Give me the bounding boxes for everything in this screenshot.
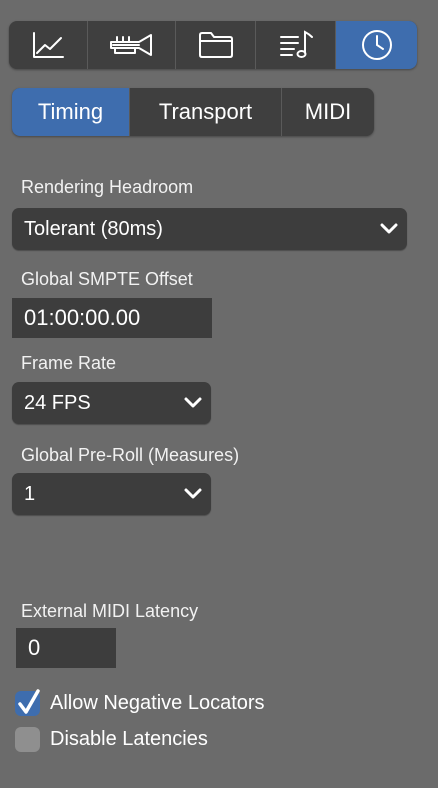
disable-latencies-checkbox[interactable]	[15, 726, 40, 752]
tab-transport[interactable]: Transport	[130, 88, 282, 136]
checkmark-icon	[18, 688, 40, 714]
smpte-offset-label: Global SMPTE Offset	[21, 269, 193, 289]
smpte-offset-field[interactable]: 01:00:00.00	[12, 298, 212, 338]
settings-tabs: Timing Transport MIDI	[12, 88, 374, 136]
chevron-down-icon	[379, 220, 399, 243]
disable-latencies-row[interactable]: Disable Latencies	[15, 725, 208, 753]
folder-icon	[198, 30, 234, 60]
pre-roll-select[interactable]: 1	[12, 473, 211, 515]
toolbar-button-score[interactable]	[256, 21, 336, 69]
trumpet-icon	[109, 31, 155, 59]
frame-rate-select[interactable]: 24 FPS	[12, 382, 211, 424]
allow-negative-locators-checkbox[interactable]	[15, 688, 40, 716]
tab-midi[interactable]: MIDI	[282, 88, 374, 136]
rendering-headroom-select[interactable]: Tolerant (80ms)	[12, 208, 407, 250]
tab-timing[interactable]: Timing	[12, 88, 130, 136]
frame-rate-value: 24 FPS	[24, 391, 91, 414]
timing-settings-panel: Timing Transport MIDI Rendering Headroom…	[0, 0, 438, 788]
chevron-down-icon	[183, 394, 203, 417]
chevron-down-icon	[183, 485, 203, 508]
category-toolbar	[9, 21, 417, 69]
toolbar-button-instrument[interactable]	[88, 21, 176, 69]
clock-icon	[361, 29, 393, 61]
score-note-icon	[278, 29, 314, 61]
chart-icon	[31, 31, 65, 59]
allow-negative-locators-label: Allow Negative Locators	[50, 691, 265, 714]
midi-latency-label: External MIDI Latency	[21, 601, 199, 621]
disable-latencies-label: Disable Latencies	[50, 727, 208, 750]
frame-rate-label: Frame Rate	[21, 353, 117, 373]
pre-roll-label: Global Pre-Roll (Measures)	[21, 445, 240, 465]
toolbar-button-folder[interactable]	[176, 21, 256, 69]
pre-roll-value: 1	[24, 482, 36, 505]
allow-negative-locators-row[interactable]: Allow Negative Locators	[15, 688, 265, 717]
midi-latency-field[interactable]: 0	[16, 628, 116, 668]
toolbar-button-timing[interactable]	[336, 21, 417, 69]
toolbar-button-chart[interactable]	[9, 21, 88, 69]
rendering-headroom-value: Tolerant (80ms)	[24, 217, 163, 240]
rendering-headroom-label: Rendering Headroom	[21, 177, 194, 197]
